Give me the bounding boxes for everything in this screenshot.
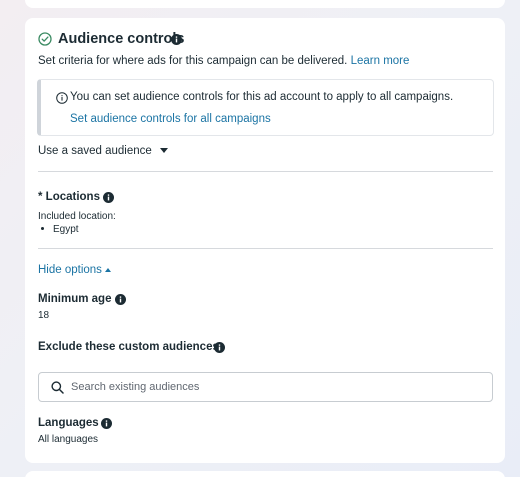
locations-label: * Locations <box>38 191 100 203</box>
location-name: Egypt <box>53 224 79 235</box>
saved-audience-dropdown[interactable]: Use a saved audience <box>38 145 168 157</box>
check-circle-icon <box>38 32 52 46</box>
included-location-label: Included location: <box>38 211 116 222</box>
info-icon[interactable] <box>214 342 225 353</box>
bullet-icon <box>41 226 44 230</box>
audience-controls-card: Audience controls Set criteria for where… <box>25 18 505 463</box>
description-text: Set criteria for where ads for this camp… <box>38 55 348 67</box>
notice-text: You can set audience controls for this a… <box>70 91 454 103</box>
hide-options-label: Hide options <box>38 264 102 276</box>
caret-down-icon <box>159 148 168 154</box>
divider <box>38 248 493 249</box>
set-audience-controls-link[interactable]: Set audience controls for all campaigns <box>70 113 271 125</box>
saved-audience-label: Use a saved audience <box>38 145 152 157</box>
location-item: Egypt <box>38 224 79 235</box>
hide-options-toggle[interactable]: Hide options <box>38 264 111 276</box>
next-section-card <box>25 471 505 477</box>
info-icon[interactable] <box>103 192 114 203</box>
section-description: Set criteria for where ads for this camp… <box>38 55 409 67</box>
account-controls-notice: You can set audience controls for this a… <box>37 79 494 136</box>
section-title: Audience controls <box>58 31 185 47</box>
info-icon[interactable] <box>115 294 126 305</box>
info-outline-icon <box>56 92 68 104</box>
search-icon <box>51 381 64 394</box>
languages-label: Languages <box>38 417 99 429</box>
info-icon[interactable] <box>101 418 112 429</box>
caret-up-icon <box>104 267 111 272</box>
learn-more-link[interactable]: Learn more <box>351 55 410 67</box>
previous-section-card <box>25 0 505 8</box>
minimum-age-label: Minimum age <box>38 293 112 305</box>
divider <box>38 171 493 172</box>
languages-value: All languages <box>38 434 99 445</box>
exclude-audiences-search[interactable] <box>38 372 493 402</box>
minimum-age-value: 18 <box>38 310 50 321</box>
info-icon[interactable] <box>171 34 182 45</box>
exclude-audiences-label: Exclude these custom audiences <box>38 341 219 353</box>
search-input[interactable] <box>71 377 471 397</box>
